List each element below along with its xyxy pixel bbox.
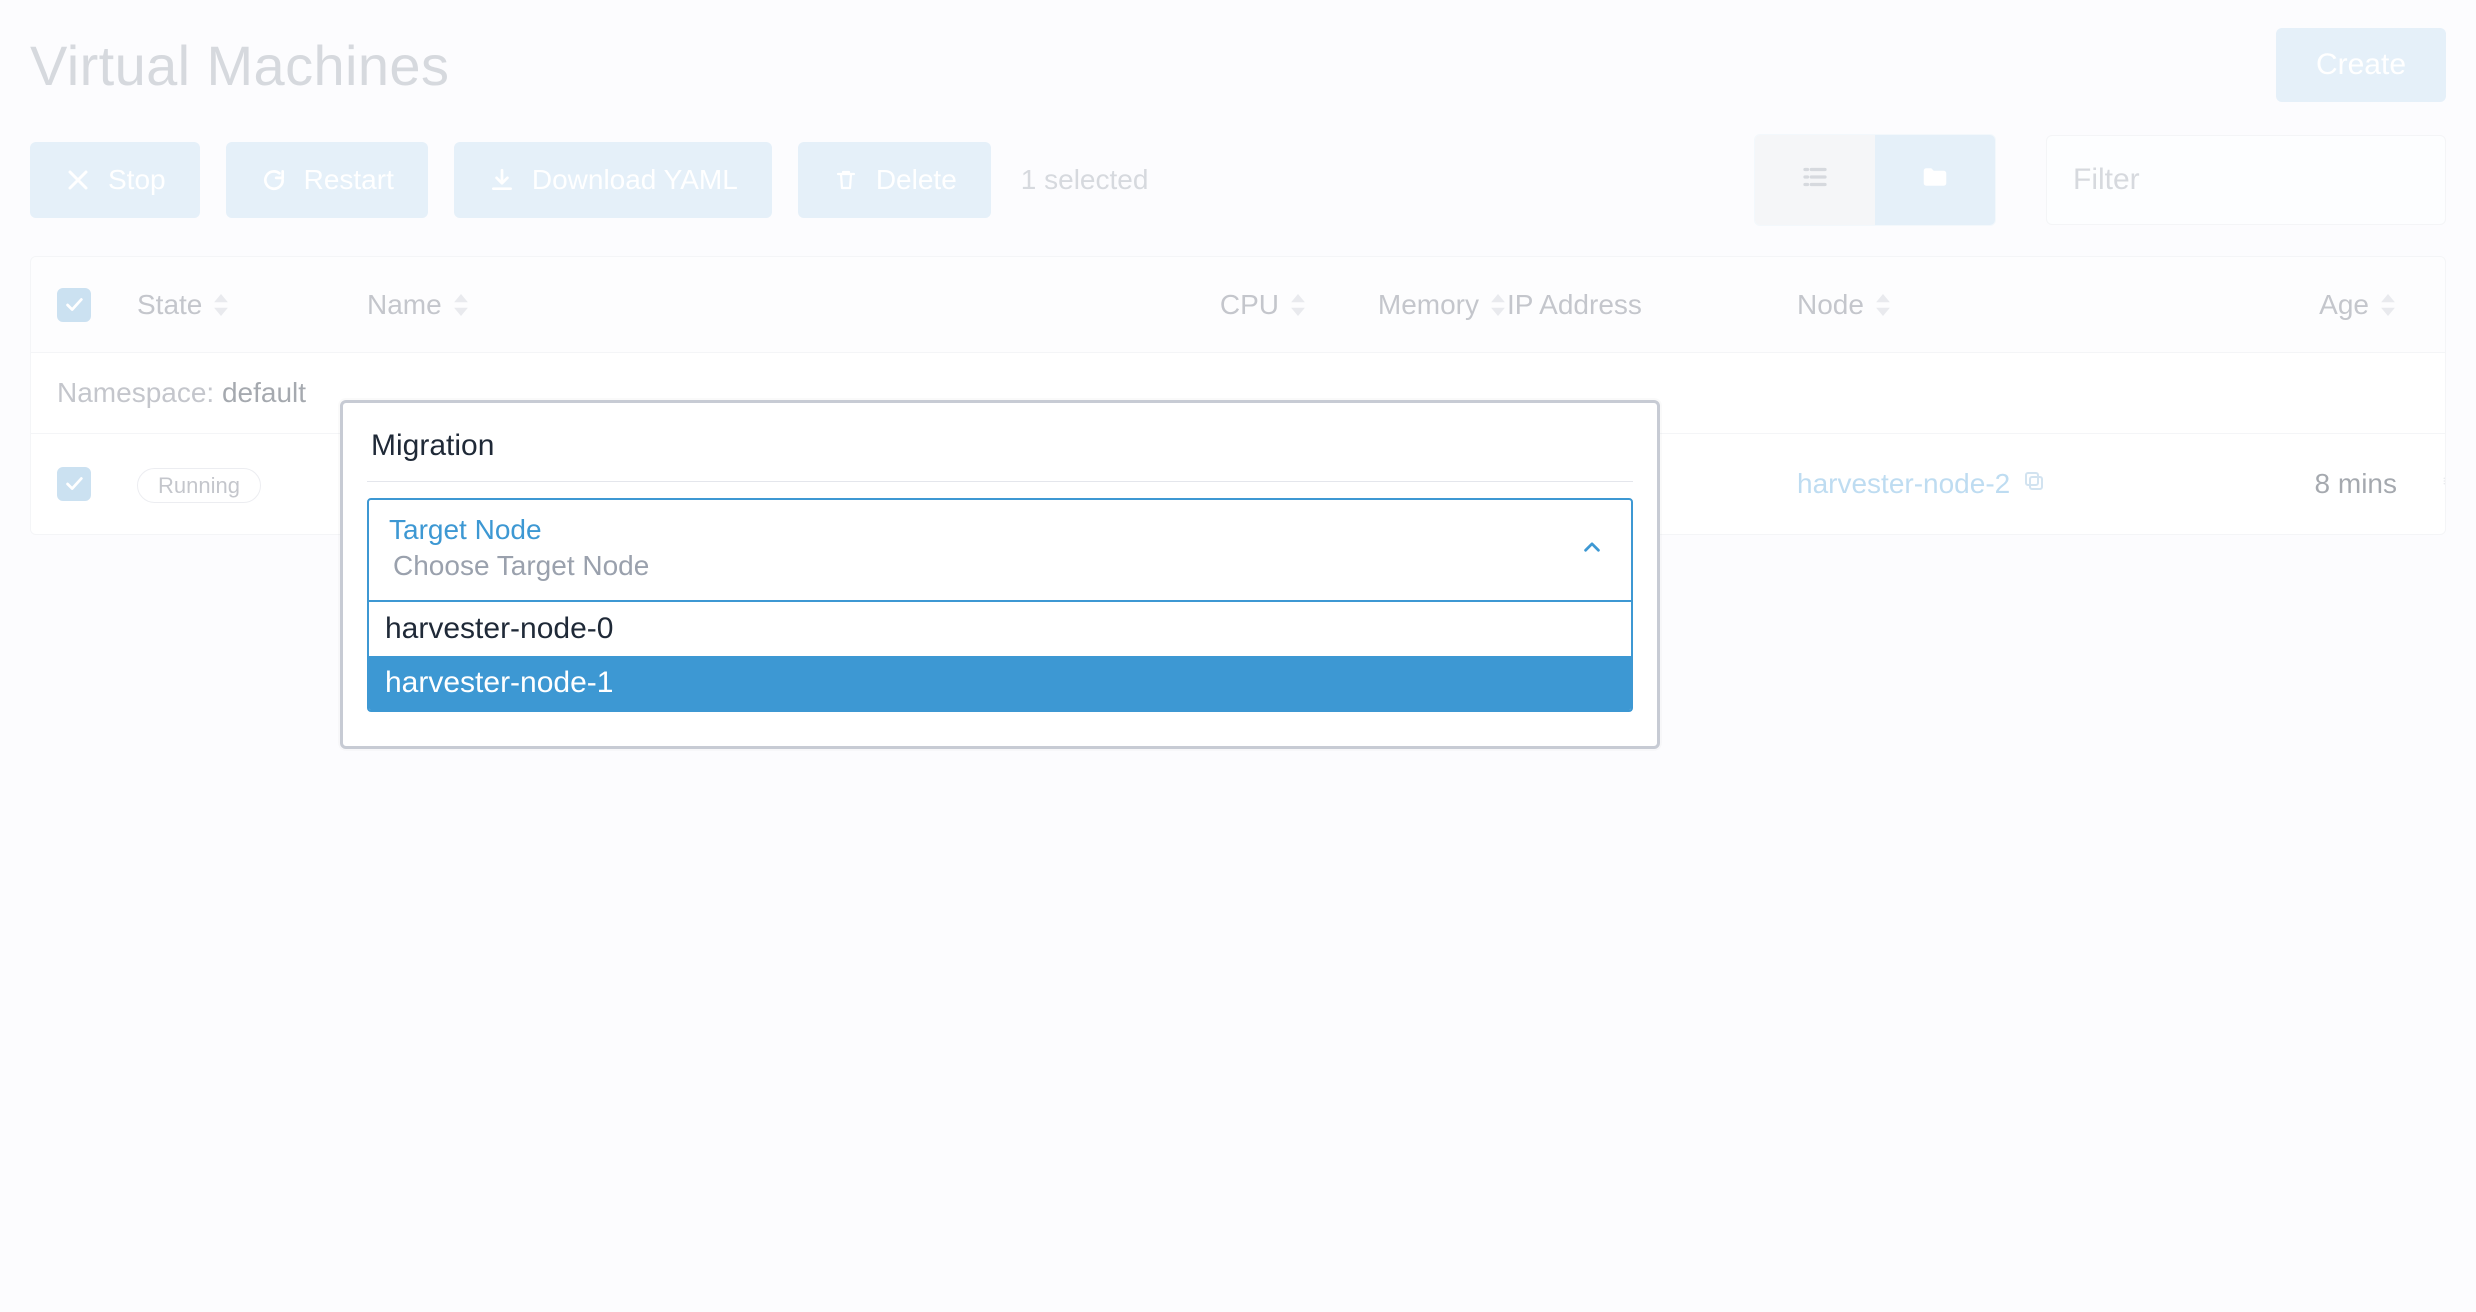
target-node-label: Target Node [389,514,1611,546]
modal-title: Migration [367,429,1633,482]
migration-modal: Migration Target Node Choose Target Node… [340,400,1660,749]
chevron-up-icon [1581,535,1603,566]
target-node-placeholder: Choose Target Node [393,550,1611,582]
target-node-option[interactable]: harvester-node-0 [369,602,1631,656]
target-node-select[interactable]: Target Node Choose Target Node [367,498,1633,602]
target-node-option[interactable]: harvester-node-1 [369,656,1631,710]
target-node-options: harvester-node-0 harvester-node-1 [367,602,1633,712]
